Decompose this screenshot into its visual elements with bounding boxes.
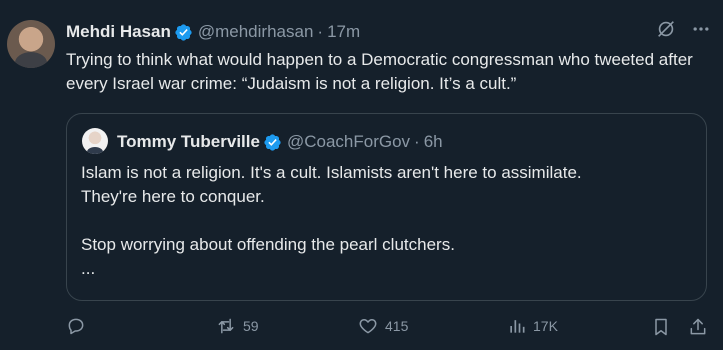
bookmark-button[interactable]: [651, 316, 671, 338]
reply-button[interactable]: [66, 316, 92, 336]
quote-header: Tommy Tuberville @CoachForGov · 6h: [117, 131, 443, 153]
quote-text: Islam is not a religion. It's a cult. Is…: [81, 161, 691, 281]
author-avatar[interactable]: [7, 20, 55, 68]
like-button[interactable]: 415: [357, 316, 408, 336]
reply-icon: [68, 318, 84, 335]
quote-time[interactable]: 6h: [424, 132, 443, 152]
top-right-icons: [655, 18, 711, 40]
like-icon: [359, 319, 377, 334]
quote-line-4: ...: [81, 259, 96, 278]
retweet-count: 59: [243, 318, 259, 334]
quote-line-2: They're here to conquer.: [81, 187, 265, 206]
like-count: 415: [385, 318, 409, 334]
views-icon: [510, 320, 525, 333]
tweet-header: Mehdi Hasan @mehdirhasan · 17m: [66, 21, 360, 43]
verified-badge-icon: [175, 23, 192, 41]
share-button[interactable]: [688, 316, 708, 338]
retweet-icon: [218, 318, 234, 334]
author-name[interactable]: Mehdi Hasan: [66, 22, 171, 42]
grok-icon[interactable]: [655, 18, 677, 40]
retweet-button[interactable]: 59: [215, 316, 259, 336]
separator-dot: ·: [317, 22, 324, 41]
tweet-text: Trying to think what would happen to a D…: [66, 50, 693, 93]
more-icon[interactable]: [691, 19, 711, 39]
quoted-tweet[interactable]: Tommy Tuberville @CoachForGov · 6h Islam…: [66, 113, 707, 301]
author-handle[interactable]: @mehdirhasan: [198, 22, 314, 42]
share-icon: [690, 318, 706, 335]
views-button[interactable]: 17K: [507, 316, 558, 336]
bookmark-icon: [655, 318, 667, 336]
quote-line-3: Stop worrying about offending the pearl …: [81, 235, 455, 254]
tweet-time[interactable]: 17m: [327, 22, 360, 42]
action-bar: 59 415 17K: [0, 316, 723, 344]
verified-badge-icon: [264, 133, 281, 151]
quote-author-name[interactable]: Tommy Tuberville: [117, 132, 260, 152]
quote-author-avatar[interactable]: [82, 128, 108, 154]
separator-dot: ·: [414, 132, 420, 151]
quote-line-1: Islam is not a religion. It's a cult. Is…: [81, 163, 582, 182]
view-count: 17K: [533, 318, 558, 334]
quote-author-handle[interactable]: @CoachForGov: [287, 132, 410, 152]
